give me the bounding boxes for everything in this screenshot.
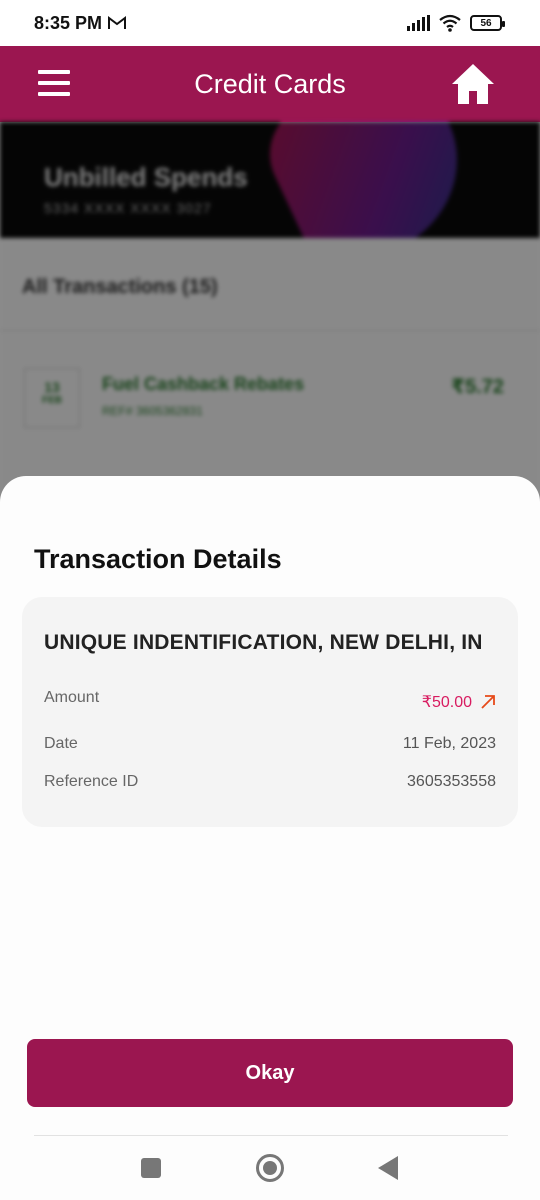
okay-button[interactable]: Okay xyxy=(27,1039,513,1107)
battery-icon: 56 xyxy=(470,15,505,31)
app-header: Credit Cards xyxy=(0,46,540,122)
home-nav-icon[interactable] xyxy=(256,1154,284,1182)
home-icon[interactable] xyxy=(450,62,496,106)
signal-icon xyxy=(407,15,430,31)
amount-value: ₹50.00 xyxy=(421,694,472,711)
system-nav-bar xyxy=(0,1136,540,1200)
page-title: Credit Cards xyxy=(194,68,346,99)
reference-label: Reference ID xyxy=(44,773,139,790)
menu-icon[interactable] xyxy=(38,70,70,96)
battery-level: 56 xyxy=(480,17,492,29)
recents-icon[interactable] xyxy=(141,1158,161,1178)
date-value: 11 Feb, 2023 xyxy=(402,735,496,752)
merchant-name: UNIQUE INDENTIFICATION, NEW DELHI, IN xyxy=(44,631,483,654)
amount-label: Amount xyxy=(44,689,100,706)
date-label: Date xyxy=(44,735,78,752)
transaction-details-sheet: Transaction Details UNIQUE INDENTIFICATI… xyxy=(0,476,540,1200)
detail-card: UNIQUE INDENTIFICATION, NEW DELHI, IN Am… xyxy=(22,597,518,827)
back-icon[interactable] xyxy=(378,1156,398,1180)
reference-value: 3605353558 xyxy=(407,773,496,790)
status-bar: 8:35 PM 56 xyxy=(0,0,540,46)
amount-value-group: ₹50.00 xyxy=(422,692,496,712)
status-right: 56 xyxy=(407,14,505,32)
debit-arrow-icon xyxy=(481,695,495,709)
status-time: 8:35 PM xyxy=(34,12,103,33)
gmail-icon xyxy=(108,16,127,29)
wifi-icon xyxy=(439,14,461,32)
status-left: 8:35 PM xyxy=(34,12,127,34)
sheet-title: Transaction Details xyxy=(34,544,282,574)
